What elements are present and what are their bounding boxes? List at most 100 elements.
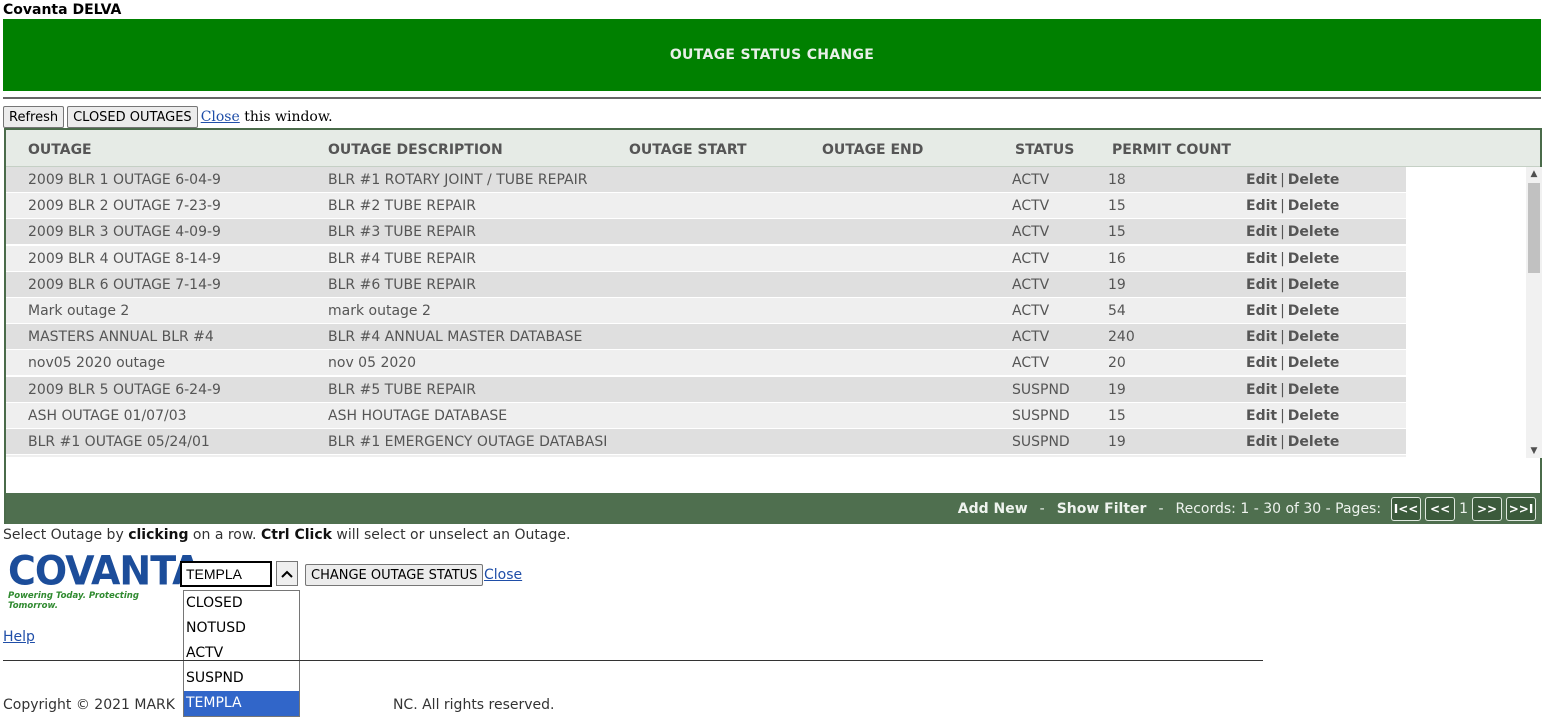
help-link[interactable]: Help <box>3 629 35 645</box>
edit-link[interactable]: Edit <box>1246 224 1277 240</box>
status-input[interactable] <box>180 561 272 587</box>
refresh-button[interactable]: Refresh <box>3 106 65 128</box>
status-option[interactable]: NOTUSD <box>184 616 299 641</box>
table-row[interactable]: BLR #1 OUTAGE 05/24/01 BLR #1 EMERGENCY O… <box>6 429 1406 455</box>
edit-link[interactable]: Edit <box>1246 251 1277 267</box>
action-separator: | <box>1280 224 1285 241</box>
cell-description: BLR #2 TUBE REPAIR <box>328 198 476 215</box>
action-separator: | <box>1280 276 1285 293</box>
cell-status: ACTV <box>1012 276 1050 293</box>
action-separator: | <box>1280 381 1285 398</box>
delete-link[interactable]: Delete <box>1288 434 1340 450</box>
table-row[interactable]: 2009 BLR 5 OUTAGE 6-24-9 BLR #5 TUBE REPA… <box>6 376 1406 403</box>
column-header-description[interactable]: OUTAGE DESCRIPTION <box>328 142 503 158</box>
delete-link[interactable]: Delete <box>1288 303 1340 319</box>
cell-description: BLR #4 ANNUAL MASTER DATABASE <box>328 329 583 346</box>
delete-link[interactable]: Delete <box>1288 329 1340 345</box>
scroll-thumb[interactable] <box>1528 183 1540 273</box>
table-row[interactable]: Mark outage 2 mark outage 2 ACTV 54 Edit | Del… <box>6 298 1406 324</box>
delete-link[interactable]: Delete <box>1288 251 1340 267</box>
cell-permit-count: 240 <box>1108 329 1135 346</box>
table-row[interactable]: 2009 BLR 3 OUTAGE 4-09-9 BLR #3 TUBE REPA… <box>6 219 1406 246</box>
edit-link[interactable]: Edit <box>1246 355 1277 371</box>
status-option[interactable]: ACTV <box>184 641 299 666</box>
row-actions: Edit | Delete <box>1246 251 1339 267</box>
close-link[interactable]: Close <box>484 567 522 583</box>
delete-link[interactable]: Delete <box>1288 224 1340 240</box>
edit-link[interactable]: Edit <box>1246 198 1277 214</box>
cell-permit-count: 15 <box>1108 198 1126 215</box>
covanta-logo: COVANTA Powering Today. Protecting Tomor… <box>8 547 202 611</box>
first-page-icon[interactable]: I<< <box>1391 496 1422 521</box>
column-header-start[interactable]: OUTAGE START <box>629 142 747 158</box>
table-row[interactable]: 2009 BLR 2 OUTAGE 7-23-9 BLR #2 TUBE REPA… <box>6 193 1406 220</box>
table-row[interactable]: 2009 BLR 4 OUTAGE 8-14-9 BLR #4 TUBE REPA… <box>6 245 1406 272</box>
cell-description: BLR #3 TUBE REPAIR <box>328 224 476 241</box>
action-separator: | <box>1280 303 1285 319</box>
action-separator: | <box>1280 172 1285 188</box>
column-header-status[interactable]: STATUS <box>1015 142 1074 158</box>
delete-link[interactable]: Delete <box>1288 277 1340 293</box>
row-actions: Edit | Delete <box>1246 172 1339 188</box>
page-banner: OUTAGE STATUS CHANGE <box>3 19 1541 91</box>
delete-link[interactable]: Delete <box>1288 355 1340 371</box>
cell-status: ACTV <box>1012 250 1050 267</box>
footer-separator: - <box>1039 500 1045 517</box>
change-outage-status-button[interactable]: CHANGE OUTAGE STATUS <box>305 564 484 586</box>
footer-separator: - <box>1158 500 1164 517</box>
cell-outage: 2009 BLR 3 OUTAGE 4-09-9 <box>28 224 221 241</box>
edit-link[interactable]: Edit <box>1246 277 1277 293</box>
scroll-up-icon[interactable]: ▲ <box>1526 167 1542 181</box>
column-header-outage[interactable]: OUTAGE <box>28 142 92 158</box>
table-row[interactable]: MASTERS ANNUAL BLR #4 BLR #4 ANNUAL MASTE… <box>6 324 1406 351</box>
edit-link[interactable]: Edit <box>1246 408 1277 424</box>
cell-status: SUSPND <box>1012 434 1070 450</box>
show-filter-link[interactable]: Show Filter <box>1057 501 1147 517</box>
add-new-link[interactable]: Add New <box>958 501 1028 517</box>
row-actions: Edit | Delete <box>1246 329 1339 345</box>
cell-outage: Mark outage 2 <box>28 303 130 319</box>
toolbar: Refresh CLOSED OUTAGES Close this window… <box>3 106 333 128</box>
edit-link[interactable]: Edit <box>1246 382 1277 398</box>
edit-link[interactable]: Edit <box>1246 434 1277 450</box>
edit-link[interactable]: Edit <box>1246 329 1277 345</box>
table-row[interactable]: 2009 BLR 6 OUTAGE 7-14-9 BLR #6 TUBE REPA… <box>6 271 1406 298</box>
status-option[interactable]: SUSPND <box>184 666 299 691</box>
edit-link[interactable]: Edit <box>1246 172 1277 188</box>
previous-page-icon[interactable]: << <box>1425 496 1456 521</box>
column-header-permit-count[interactable]: PERMIT COUNT <box>1112 142 1231 158</box>
table-row[interactable]: BLR #2 OUTAGE 06/08/05BLR #2 EMERGENCY O… <box>6 455 1406 457</box>
column-header-end[interactable]: OUTAGE END <box>822 142 923 158</box>
delete-link[interactable]: Delete <box>1288 172 1340 188</box>
instruction-text: will select or unselect an Outage. <box>331 527 571 543</box>
cell-permit-count: 15 <box>1108 224 1126 241</box>
scroll-down-icon[interactable]: ▼ <box>1526 444 1542 458</box>
closed-outages-button[interactable]: CLOSED OUTAGES <box>67 106 198 128</box>
delete-link[interactable]: Delete <box>1288 408 1340 424</box>
table-row[interactable]: 2009 BLR 1 OUTAGE 6-04-9 BLR #1 ROTARY JO… <box>6 167 1406 193</box>
records-summary: Records: 1 - 30 of 30 - Pages: <box>1175 500 1382 517</box>
delete-link[interactable]: Delete <box>1288 198 1340 214</box>
table-row[interactable]: ASH OUTAGE 01/07/03 ASH HOUTAGE DATABASE S… <box>6 402 1406 429</box>
cell-description: BLR #5 TUBE REPAIR <box>328 381 476 398</box>
next-page-icon[interactable]: >> <box>1472 496 1502 521</box>
action-separator: | <box>1280 329 1285 346</box>
row-actions: Edit | Delete <box>1246 408 1339 424</box>
instruction-emphasis: Ctrl Click <box>260 527 332 543</box>
table-row[interactable]: nov05 2020 outage nov 05 2020 ACTV 20 Edit | D… <box>6 350 1406 377</box>
cell-status: SUSPND <box>1012 381 1070 398</box>
page-title: OUTAGE STATUS CHANGE <box>669 47 875 63</box>
row-actions: Edit | Delete <box>1246 224 1339 240</box>
edit-link[interactable]: Edit <box>1246 303 1277 319</box>
cell-outage: ASH OUTAGE 01/07/03 <box>28 407 187 424</box>
delete-link[interactable]: Delete <box>1288 382 1340 398</box>
grid-scrollbar[interactable]: ▲ ▼ <box>1526 167 1542 458</box>
status-option[interactable]: CLOSED <box>184 591 299 616</box>
last-page-icon[interactable]: >>I <box>1506 496 1536 521</box>
close-window-link[interactable]: Close <box>201 109 240 125</box>
logo-wordmark: COVANTA <box>8 547 202 595</box>
cell-outage: 2009 BLR 2 OUTAGE 7-23-9 <box>28 198 221 215</box>
cell-description: BLR #1 EMERGENCY OUTAGE DATABASE <box>328 434 606 450</box>
copyright-left: Copyright © 2021 MARK <box>3 697 175 713</box>
chevron-up-icon[interactable] <box>276 561 298 586</box>
